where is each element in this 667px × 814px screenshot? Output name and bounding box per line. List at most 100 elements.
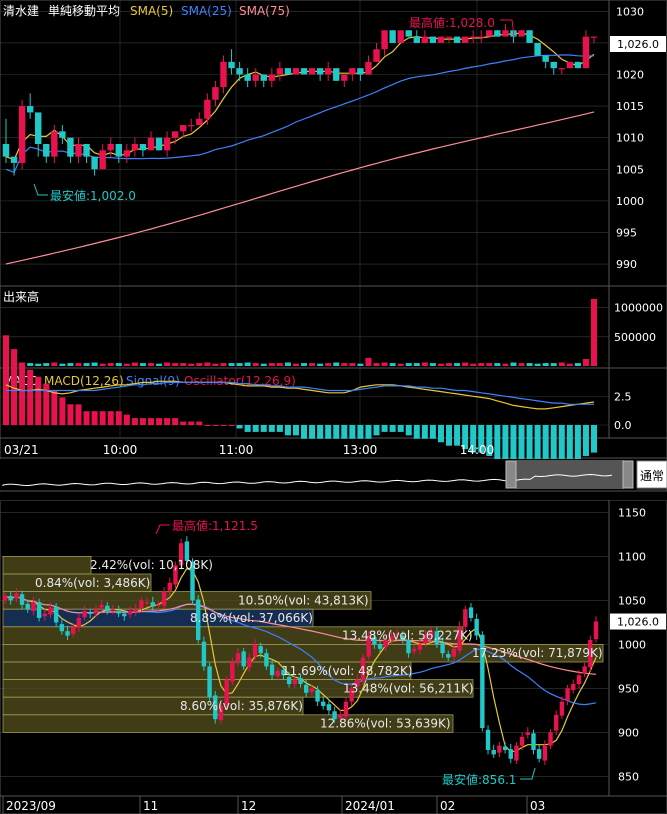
candle-body <box>188 125 195 127</box>
candle-body <box>51 131 58 157</box>
daily-candle-body <box>48 607 53 615</box>
volume-profile-bar <box>2 556 92 575</box>
daily-candle-body <box>88 612 93 614</box>
candle-body <box>413 36 420 43</box>
candle-body <box>373 49 380 62</box>
volume-bar <box>43 363 50 366</box>
daily-price-value: 1,026.0 <box>617 616 659 629</box>
daily-candle-body <box>65 631 70 636</box>
oscillator-bar <box>139 418 146 425</box>
volume-bar <box>236 363 243 366</box>
daily-candle-body <box>19 594 25 605</box>
candle-body <box>324 68 332 75</box>
oscillator-bar <box>220 425 227 426</box>
oscillator-bar <box>389 425 396 432</box>
volume-bar <box>470 363 477 366</box>
intraday-chart: 9909951000100510101015102010251030清水建単純移… <box>0 0 667 492</box>
month-label: 03 <box>530 799 545 813</box>
candle-body <box>574 61 582 69</box>
volume-bar <box>373 363 380 366</box>
volume-bar <box>123 363 130 366</box>
daily-candle-body <box>116 610 121 614</box>
daily-candle-body <box>139 600 144 609</box>
oscillator-bar <box>115 411 122 425</box>
oscillator-bar <box>325 425 332 439</box>
candle-body <box>518 30 525 37</box>
oscillator-bar <box>284 425 291 436</box>
daily-candle-body <box>519 736 525 746</box>
daily-candle-body <box>247 657 252 668</box>
navigator-window[interactable] <box>516 460 624 489</box>
daily-low-label: 最安値:856.1 <box>442 772 516 787</box>
daily-candle-body <box>502 746 508 750</box>
candle-body <box>590 36 598 38</box>
navigator-right-handle[interactable] <box>622 460 634 489</box>
sma5-line <box>5 32 595 161</box>
daily-tick-label: 1150 <box>618 506 646 519</box>
candle-body <box>437 36 445 43</box>
volume-bar <box>341 363 348 366</box>
volume-profile-label: 0.84%(vol: 3,486K) <box>35 576 150 590</box>
daily-candle-body <box>144 602 150 604</box>
volume-bar <box>365 357 372 366</box>
oscillator-bar <box>156 418 163 425</box>
volume-bar <box>131 362 138 366</box>
daily-candle-body <box>468 607 474 618</box>
candle-body <box>131 144 139 151</box>
daily-candle-body <box>241 651 246 667</box>
candle-body <box>341 74 348 81</box>
current-price-value: 1,026.0 <box>617 38 659 51</box>
candle-body <box>252 74 259 81</box>
candle-body <box>268 74 276 81</box>
oscillator-bar <box>365 425 372 439</box>
daily-candle-body <box>571 684 576 691</box>
month-label: 02 <box>440 799 455 813</box>
navigator-left-handle[interactable] <box>505 460 517 489</box>
price-tick-label: 1005 <box>616 163 644 176</box>
oscillator-bar <box>244 425 251 432</box>
oscillator-bar <box>75 404 82 425</box>
daily-candle-body <box>110 609 116 611</box>
daily-candle-body <box>36 602 42 618</box>
low-price-label: 最安値:1,002.0 <box>50 188 136 203</box>
volume-profile-label: 13.48%(vol: 56,227K) <box>342 629 473 643</box>
daily-candle-body <box>593 621 599 640</box>
volume-bar <box>518 363 525 366</box>
daily-tick-label: 1000 <box>618 638 646 651</box>
oscillator-bar <box>405 425 412 436</box>
candle-body <box>59 131 66 138</box>
volume-bar <box>244 362 251 366</box>
price-tick-label: 1000 <box>616 195 644 208</box>
volume-profile-label: 8.60%(vol: 35,876K) <box>180 699 303 713</box>
volume-bar <box>413 363 420 366</box>
daily-candle-body <box>531 733 536 750</box>
daily-candle-body <box>264 653 269 667</box>
daily-candle-body <box>42 613 47 617</box>
candle-body <box>582 36 590 69</box>
oscillator-bar <box>67 404 74 425</box>
oscillator-bar <box>19 362 26 425</box>
volume-bar <box>486 363 493 366</box>
month-label: 12 <box>241 799 256 813</box>
candle-body <box>26 106 34 113</box>
daily-candle-body <box>99 604 104 608</box>
daily-candle-body <box>252 644 258 657</box>
daily-candle-body <box>565 688 570 701</box>
daily-candle-body <box>576 675 582 684</box>
volume-bar <box>462 362 469 366</box>
candle-body <box>550 61 557 69</box>
oscillator-bar <box>582 425 589 457</box>
volume-bar <box>268 363 275 366</box>
daily-candle-body <box>122 613 127 617</box>
volume-tick-label: 500000 <box>614 331 656 344</box>
date-label: 03/21 <box>4 443 39 457</box>
price-tick-label: 990 <box>616 258 637 271</box>
daily-tick-label: 1100 <box>618 550 646 563</box>
candle-body <box>260 74 267 81</box>
oscillator-bar <box>413 425 420 439</box>
candle-body <box>67 137 74 157</box>
candle-body <box>300 68 308 75</box>
oscillator-bar <box>236 425 243 429</box>
daily-candle-body <box>230 662 235 682</box>
volume-bar <box>397 363 404 366</box>
